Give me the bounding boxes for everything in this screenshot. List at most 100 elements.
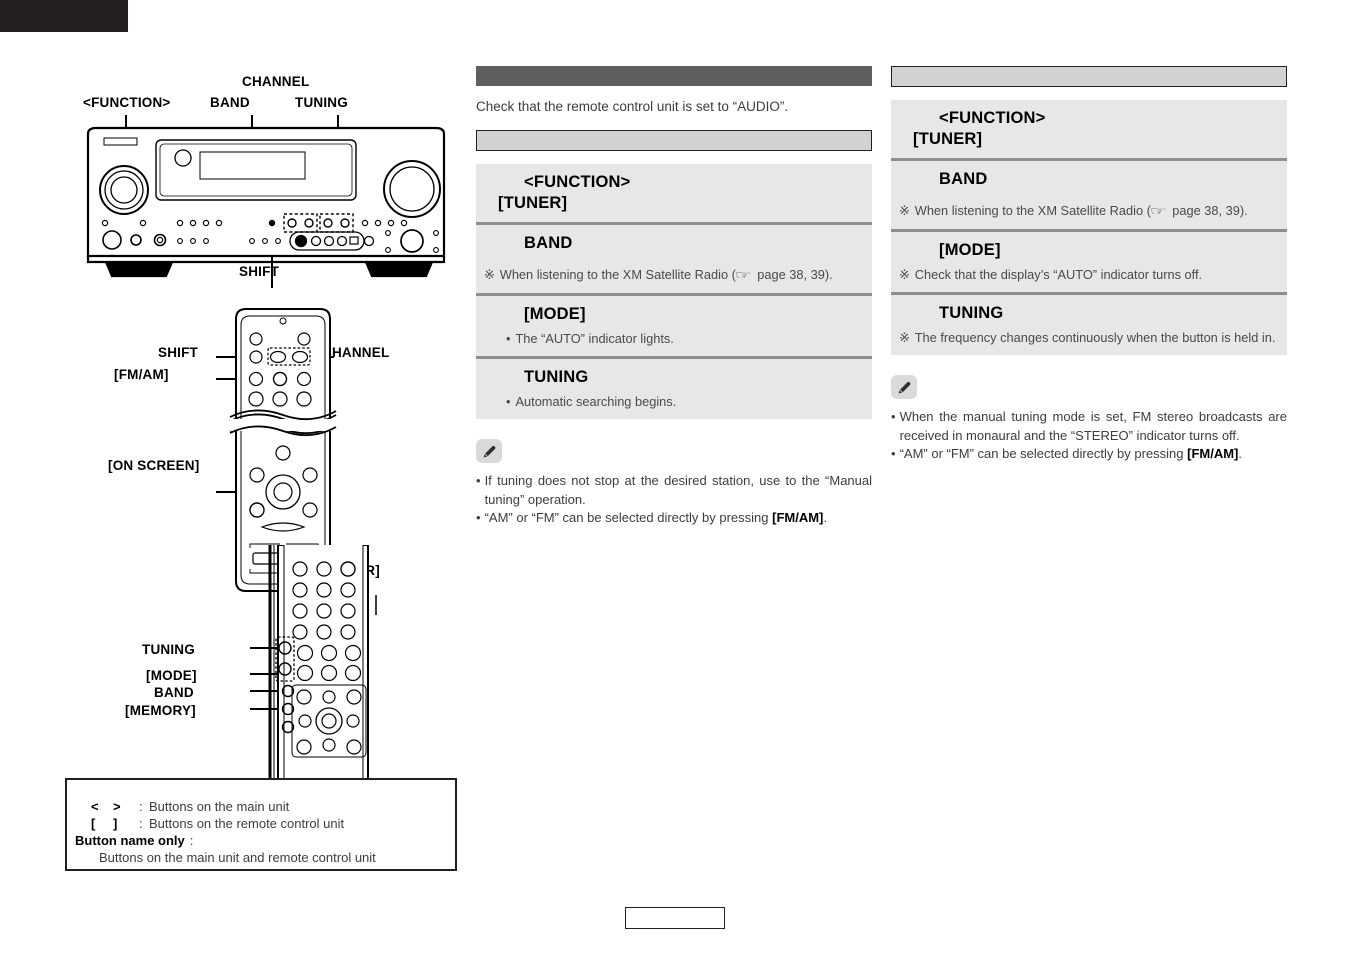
callout-label-remote-shift: SHIFT (158, 345, 198, 360)
callout-label-remote2-mode: [MODE] (146, 668, 197, 683)
pencil-icon (891, 375, 917, 399)
note-item-text: “AM” or “FM” can be selected directly by… (899, 446, 1188, 461)
step-item: [MODE] • The “AUTO” indicator lights. (476, 293, 872, 356)
legend-row-main-unit: < > : Buttons on the main unit (91, 798, 455, 815)
step-title: [MODE] (939, 241, 1001, 259)
page-edge-tab (0, 0, 128, 32)
step-title: BAND (939, 170, 988, 188)
note-list-item: • When the manual tuning mode is set, FM… (891, 408, 1287, 445)
step-title: <FUNCTION> (939, 109, 1046, 127)
legend-colon-1: : (139, 799, 143, 814)
step-subtitle: [TUNER] (913, 130, 983, 148)
right-section-header-bar (891, 66, 1287, 87)
pencil-icon (476, 439, 502, 463)
legend-bracket-open: [ (91, 816, 96, 831)
step-title: BAND (524, 234, 573, 252)
step-note: • The “AUTO” indicator lights. (476, 326, 872, 356)
step-item: TUNING • Automatic searching begins. (476, 356, 872, 419)
note-text-post: page 38, 39). (753, 267, 833, 282)
note-text-pre: When listening to the XM Satellite Radio… (914, 203, 1151, 218)
callout-label-remote2-memory: [MEMORY] (125, 703, 196, 718)
note-marker: • (506, 331, 511, 346)
pointing-hand-icon: ☞ (1149, 204, 1167, 218)
step-item: BAND ※ When listening to the XM Satellit… (891, 158, 1287, 229)
step-note: ※ The frequency changes continuously whe… (891, 325, 1287, 355)
legend-colon-2: : (139, 816, 143, 831)
step-subtitle: [TUNER] (498, 194, 568, 212)
note-button-ref: [FM/AM] (772, 510, 824, 525)
note-text: Check that the display’s “AUTO” indicato… (914, 267, 1203, 282)
step-note: • Automatic searching begins. (476, 389, 872, 419)
legend-text-main-unit: Buttons on the main unit (149, 799, 290, 814)
note-bullet: • (476, 510, 481, 525)
callout-label-remote2-band: BAND (154, 685, 194, 700)
callout-label-tuning: TUNING (295, 95, 348, 110)
middle-procedure-column: Check that the remote control unit is se… (476, 66, 872, 528)
legend-text-name-only: Buttons on the main unit and remote cont… (99, 850, 376, 865)
middle-section-header-bar (476, 66, 872, 86)
note-marker: • (506, 394, 511, 409)
note-marker: ※ (899, 330, 910, 345)
legend-row-name-only-text: Buttons on the main unit and remote cont… (99, 849, 455, 866)
right-steps-list: <FUNCTION> [TUNER] BAND ※ When listening… (891, 100, 1287, 355)
middle-note-block: • If tuning does not stop at the desired… (476, 439, 872, 528)
step-title: <FUNCTION> (524, 173, 631, 191)
middle-intro-text: Check that the remote control unit is se… (476, 99, 789, 114)
step-title: [MODE] (524, 305, 586, 323)
middle-subsection-header-bar (476, 130, 872, 151)
right-note-list: • When the manual tuning mode is set, FM… (891, 408, 1287, 464)
step-item: TUNING ※ The frequency changes continuou… (891, 292, 1287, 355)
legend-text-remote-unit: Buttons on the remote control unit (149, 816, 345, 831)
step-title: TUNING (524, 368, 589, 386)
note-list-item: • “AM” or “FM” can be selected directly … (476, 509, 872, 528)
note-text: Automatic searching begins. (515, 394, 677, 409)
step-item: <FUNCTION> [TUNER] (476, 164, 872, 222)
note-marker: ※ (899, 203, 910, 218)
note-bullet: • (476, 473, 481, 488)
note-text-post: page 38, 39). (1168, 203, 1248, 218)
note-item-text: If tuning does not stop at the desired s… (484, 473, 872, 507)
legend-angle-open: < (91, 799, 99, 814)
note-text: The frequency changes continuously when … (914, 330, 1276, 345)
note-item-text: When the manual tuning mode is set, FM s… (899, 409, 1287, 443)
left-diagram-column: <FUNCTION> BAND CHANNEL TUNING SHIFT SHI… (60, 60, 470, 890)
pointing-hand-icon: ☞ (734, 268, 752, 282)
note-list-item: • “AM” or “FM” can be selected directly … (891, 445, 1287, 464)
right-note-block: • When the manual tuning mode is set, FM… (891, 375, 1287, 464)
step-note: ※ When listening to the XM Satellite Rad… (891, 198, 1287, 229)
step-title: TUNING (939, 304, 1004, 322)
note-item-text-post: . (1238, 446, 1242, 461)
note-text: The “AUTO” indicator lights. (515, 331, 674, 346)
callout-label-function: <FUNCTION> (83, 95, 171, 110)
legend-colon-3: : (189, 833, 194, 848)
callout-label-remote-on-screen: [ON SCREEN] (108, 458, 200, 473)
callout-label-channel: CHANNEL (242, 74, 310, 89)
step-note: ※ Check that the display’s “AUTO” indica… (891, 262, 1287, 292)
note-bullet: • (891, 409, 896, 424)
step-note: ※ When listening to the XM Satellite Rad… (476, 262, 872, 293)
legend-row-name-only: Button name only : (75, 832, 455, 849)
middle-steps-list: <FUNCTION> [TUNER] BAND ※ When listening… (476, 164, 872, 419)
callout-label-band: BAND (210, 95, 250, 110)
note-marker: ※ (484, 267, 495, 282)
legend-row-remote-unit: [] : Buttons on the remote control unit (91, 815, 455, 832)
legend-name-only-label: Button name only (75, 833, 185, 848)
legend-angle-close: > (113, 799, 121, 814)
note-text-pre: When listening to the XM Satellite Radio… (499, 267, 736, 282)
note-bullet: • (891, 446, 896, 461)
main-unit-illustration (86, 115, 446, 288)
note-button-ref: [FM/AM] (1187, 446, 1239, 461)
legend-bracket-close: ] (113, 816, 118, 831)
legend-box: < > : Buttons on the main unit [] : Butto… (65, 778, 457, 871)
step-item: [MODE] ※ Check that the display’s “AUTO”… (891, 229, 1287, 292)
middle-note-list: • If tuning does not stop at the desired… (476, 472, 872, 528)
callout-label-remote2-tuning: TUNING (142, 642, 195, 657)
note-item-text-post: . (823, 510, 827, 525)
note-list-item: • If tuning does not stop at the desired… (476, 472, 872, 509)
note-marker: ※ (899, 267, 910, 282)
page-number-box (625, 907, 725, 929)
callout-label-remote-fm-am: [FM/AM] (114, 367, 169, 382)
note-item-text: “AM” or “FM” can be selected directly by… (484, 510, 773, 525)
right-procedure-column: <FUNCTION> [TUNER] BAND ※ When listening… (891, 66, 1287, 464)
step-item: BAND ※ When listening to the XM Satellit… (476, 222, 872, 293)
